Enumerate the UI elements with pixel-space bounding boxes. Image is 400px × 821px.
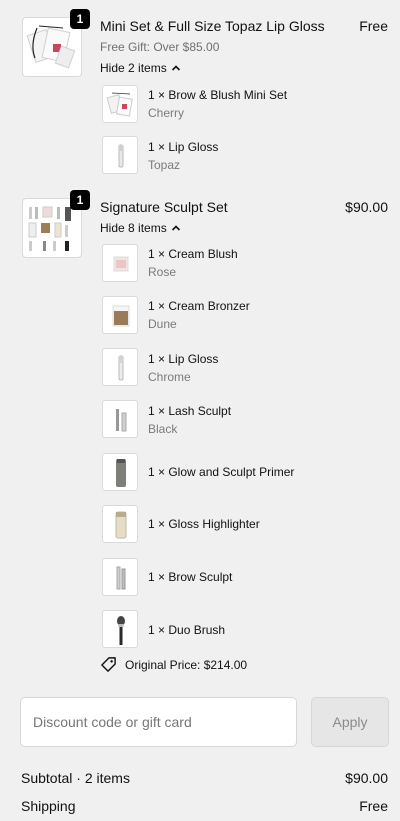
item-name: 1 × Duo Brush — [148, 623, 226, 637]
original-price: Original Price: $214.00 — [100, 656, 247, 673]
subtotal-label: Subtotal · 2 items — [21, 770, 130, 786]
item-thumbnail — [102, 296, 138, 334]
shipping-value: Free — [359, 798, 388, 814]
item-variant: Chrome — [148, 370, 191, 384]
product-thumbnail-mini-set: 1 — [22, 9, 90, 77]
item-name: 1 × Lip Gloss — [148, 140, 219, 154]
price-tag-icon — [101, 657, 116, 672]
item-name: 1 × Brow Sculpt — [148, 570, 233, 584]
item-thumbnail — [102, 558, 138, 596]
quantity-badge: 1 — [70, 190, 90, 210]
chevron-up-icon — [171, 65, 180, 71]
item-variant: Black — [148, 422, 178, 436]
item-thumbnail — [102, 610, 138, 648]
toggle-label: Hide 2 items — [100, 61, 167, 75]
apply-button[interactable]: Apply — [311, 697, 389, 747]
shipping-label: Shipping — [21, 798, 76, 814]
item-variant: Cherry — [148, 106, 185, 120]
product-title: Signature Sculpt Set — [100, 199, 228, 215]
item-name: 1 × Gloss Highlighter — [148, 517, 260, 531]
product-price: Free — [359, 18, 388, 34]
item-variant: Dune — [148, 317, 177, 331]
product-price: $90.00 — [345, 199, 388, 215]
product-thumbnail-signature-sculpt: 1 — [22, 190, 90, 258]
item-name: 1 × Lip Gloss — [148, 352, 219, 366]
item-thumbnail — [102, 136, 138, 174]
item-variant: Topaz — [148, 158, 181, 172]
discount-code-input[interactable] — [20, 697, 297, 747]
item-name: 1 × Lash Sculpt — [148, 404, 232, 418]
product-subtitle: Free Gift: Over $85.00 — [100, 40, 220, 54]
toggle-label: Hide 8 items — [100, 221, 167, 235]
item-thumbnail — [102, 244, 138, 282]
item-name: 1 × Cream Bronzer — [148, 299, 250, 313]
subtotal-value: $90.00 — [345, 770, 388, 786]
item-name: 1 × Cream Blush — [148, 247, 238, 261]
hide-items-toggle[interactable]: Hide 8 items — [100, 221, 181, 235]
product-title: Mini Set & Full Size Topaz Lip Gloss — [100, 18, 325, 34]
item-thumbnail — [102, 85, 138, 123]
item-thumbnail — [102, 505, 138, 543]
chevron-up-icon — [171, 225, 180, 231]
hide-items-toggle[interactable]: Hide 2 items — [100, 61, 181, 75]
quantity-badge: 1 — [70, 9, 90, 29]
original-price-label: Original Price: $214.00 — [125, 657, 248, 672]
item-thumbnail — [102, 453, 138, 491]
item-thumbnail — [102, 400, 138, 438]
item-thumbnail — [102, 348, 138, 386]
item-name: 1 × Glow and Sculpt Primer — [148, 465, 295, 479]
item-variant: Rose — [148, 265, 177, 279]
item-name: 1 × Brow & Blush Mini Set — [148, 88, 288, 102]
